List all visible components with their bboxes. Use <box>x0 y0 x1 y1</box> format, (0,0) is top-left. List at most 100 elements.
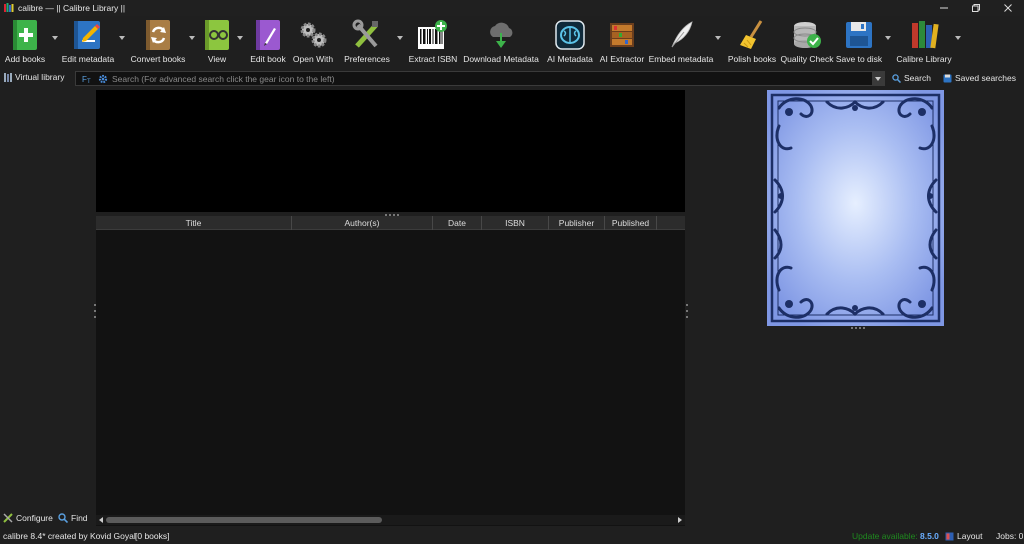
library-icon <box>912 21 939 49</box>
convert-icon <box>146 20 170 50</box>
quality-check-icon <box>793 22 821 48</box>
column-header-title[interactable]: Title <box>96 216 292 230</box>
column-header-published[interactable]: Published <box>605 216 657 230</box>
search-bar-row: Virtual library FT Search (For advanced … <box>0 69 1024 88</box>
quill-icon <box>671 21 693 48</box>
ai-extractor-icon <box>610 23 634 47</box>
book-list-horizontal-scrollbar[interactable] <box>96 515 685 525</box>
preferences-icon <box>352 19 378 48</box>
scrollbar-thumb[interactable] <box>106 517 382 523</box>
dropdown-arrow-icon <box>119 36 125 40</box>
tag-browser-icon[interactable]: FT <box>80 74 94 84</box>
book-list[interactable]: Title Author(s) Date ISBN Publisher Publ… <box>96 216 685 526</box>
save-to-disk-button[interactable]: Save to disk <box>836 16 882 68</box>
dropdown-arrow-icon <box>52 36 58 40</box>
quality-check-button[interactable]: Quality Check <box>778 16 836 68</box>
calibre-library-button[interactable]: Calibre Library <box>896 16 952 68</box>
save-icon <box>846 22 872 48</box>
title-bar: calibre — || Calibre Library || <box>0 0 1024 16</box>
restore-icon <box>972 4 980 12</box>
window-title: calibre — || Calibre Library || <box>18 3 126 13</box>
book-list-header: Title Author(s) Date ISBN Publisher Publ… <box>96 216 685 230</box>
maximize-button[interactable] <box>960 0 992 16</box>
preferences-dropdown[interactable] <box>396 16 408 68</box>
layout-button[interactable]: Layout <box>945 531 983 541</box>
download-metadata-button[interactable]: Download Metadata <box>458 16 544 68</box>
add-books-button[interactable]: Add books <box>0 16 50 68</box>
add-book-icon <box>13 20 37 50</box>
jobs-indicator[interactable]: Jobs: 0 <box>996 531 1023 541</box>
calibre-library-dropdown[interactable] <box>952 16 966 68</box>
polish-books-button[interactable]: Polish books <box>726 16 778 68</box>
close-button[interactable] <box>992 0 1024 16</box>
convert-books-button[interactable]: Convert books <box>130 16 186 68</box>
save-to-disk-dropdown[interactable] <box>882 16 896 68</box>
broom-icon <box>740 20 763 49</box>
edit-metadata-button[interactable]: Edit metadata <box>60 16 116 68</box>
column-header-publisher[interactable]: Publisher <box>549 216 605 230</box>
search-history-dropdown[interactable] <box>872 72 884 85</box>
minimize-button[interactable] <box>928 0 960 16</box>
ai-brain-icon <box>555 20 585 50</box>
view-dropdown[interactable] <box>234 16 248 68</box>
embed-metadata-button[interactable]: Embed metadata <box>648 16 714 68</box>
dropdown-arrow-icon <box>715 36 721 40</box>
configure-icon <box>3 513 13 523</box>
configure-button[interactable]: Configure <box>3 513 53 523</box>
dropdown-arrow-icon <box>189 36 195 40</box>
dropdown-arrow-icon <box>397 36 403 40</box>
find-button[interactable]: Find <box>58 513 88 523</box>
embed-metadata-dropdown[interactable] <box>714 16 726 68</box>
calibre-app-icon <box>4 3 14 13</box>
cover-bottom-handle[interactable] <box>851 326 865 329</box>
gears-icon <box>300 22 327 48</box>
layout-icon <box>945 532 954 540</box>
search-input[interactable]: FT Search (For advanced search click the… <box>75 71 885 86</box>
extract-isbn-button[interactable]: Extract ISBN <box>408 16 458 68</box>
find-icon <box>58 513 68 523</box>
ai-extractor-button[interactable]: AI Extractor <box>596 16 648 68</box>
open-with-button[interactable]: Open With <box>288 16 338 68</box>
saved-search-icon <box>943 74 952 82</box>
search-icon <box>892 73 901 83</box>
book-count: [0 books] <box>135 531 170 541</box>
edit-metadata-icon <box>74 21 100 49</box>
barcode-icon <box>418 20 447 49</box>
dropdown-arrow-icon <box>885 36 891 40</box>
edit-metadata-dropdown[interactable] <box>116 16 130 68</box>
convert-books-dropdown[interactable] <box>186 16 200 68</box>
right-splitter-handle[interactable] <box>685 304 688 318</box>
gear-icon[interactable] <box>97 74 109 84</box>
column-header-isbn[interactable]: ISBN <box>482 216 549 230</box>
search-placeholder: Search (For advanced search click the ge… <box>112 73 335 84</box>
window-controls <box>928 0 1024 16</box>
update-available-label[interactable]: Update available: <box>852 531 918 541</box>
saved-searches-button[interactable]: Saved searches <box>943 73 1016 83</box>
edit-book-button[interactable]: Edit book <box>248 16 288 68</box>
add-books-dropdown[interactable] <box>50 16 60 68</box>
view-icon <box>205 20 229 50</box>
virtual-library-icon <box>4 72 12 82</box>
calibre-window: calibre — || Calibre Library || Add book… <box>0 0 1024 544</box>
chevron-down-icon <box>875 76 881 81</box>
created-by-text: calibre 8.4* created by Kovid Goyal <box>3 531 136 541</box>
dropdown-arrow-icon <box>955 36 961 40</box>
ai-metadata-button[interactable]: AI Metadata <box>544 16 596 68</box>
column-header-date[interactable]: Date <box>433 216 482 230</box>
default-book-cover[interactable] <box>767 90 944 326</box>
virtual-library-button[interactable]: Virtual library <box>4 72 64 82</box>
ornamental-cover-image <box>767 90 944 326</box>
search-button[interactable]: Search <box>892 73 931 83</box>
update-version-link[interactable]: 8.5.0 <box>920 531 939 541</box>
scroll-right-arrow-icon[interactable] <box>676 516 684 524</box>
scroll-left-arrow-icon[interactable] <box>97 516 105 524</box>
cloud-download-icon <box>490 22 513 48</box>
close-icon <box>1004 4 1012 12</box>
preferences-button[interactable]: Preferences <box>338 16 396 68</box>
column-header-authors[interactable]: Author(s) <box>292 216 433 230</box>
status-bar: calibre 8.4* created by Kovid Goyal [0 b… <box>0 529 1024 544</box>
tag-browser-panel <box>0 90 95 510</box>
view-button[interactable]: View <box>200 16 234 68</box>
main-toolbar: Add books Edit metadata Convert books Vi… <box>0 16 1024 68</box>
cover-browser <box>96 90 685 212</box>
